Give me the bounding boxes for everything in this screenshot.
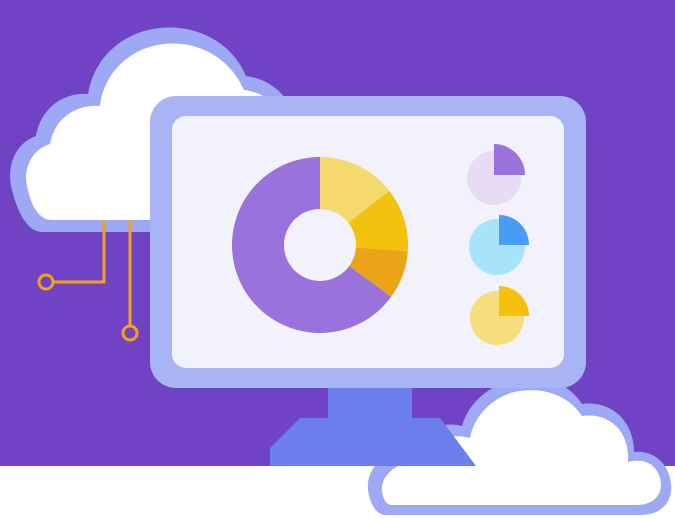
illustration-scene — [0, 0, 675, 519]
circuit-connector-icon — [37, 220, 139, 342]
monitor-stand — [270, 386, 476, 466]
donut-hole — [284, 209, 356, 281]
cloud-analytics-illustration — [10, 27, 672, 515]
